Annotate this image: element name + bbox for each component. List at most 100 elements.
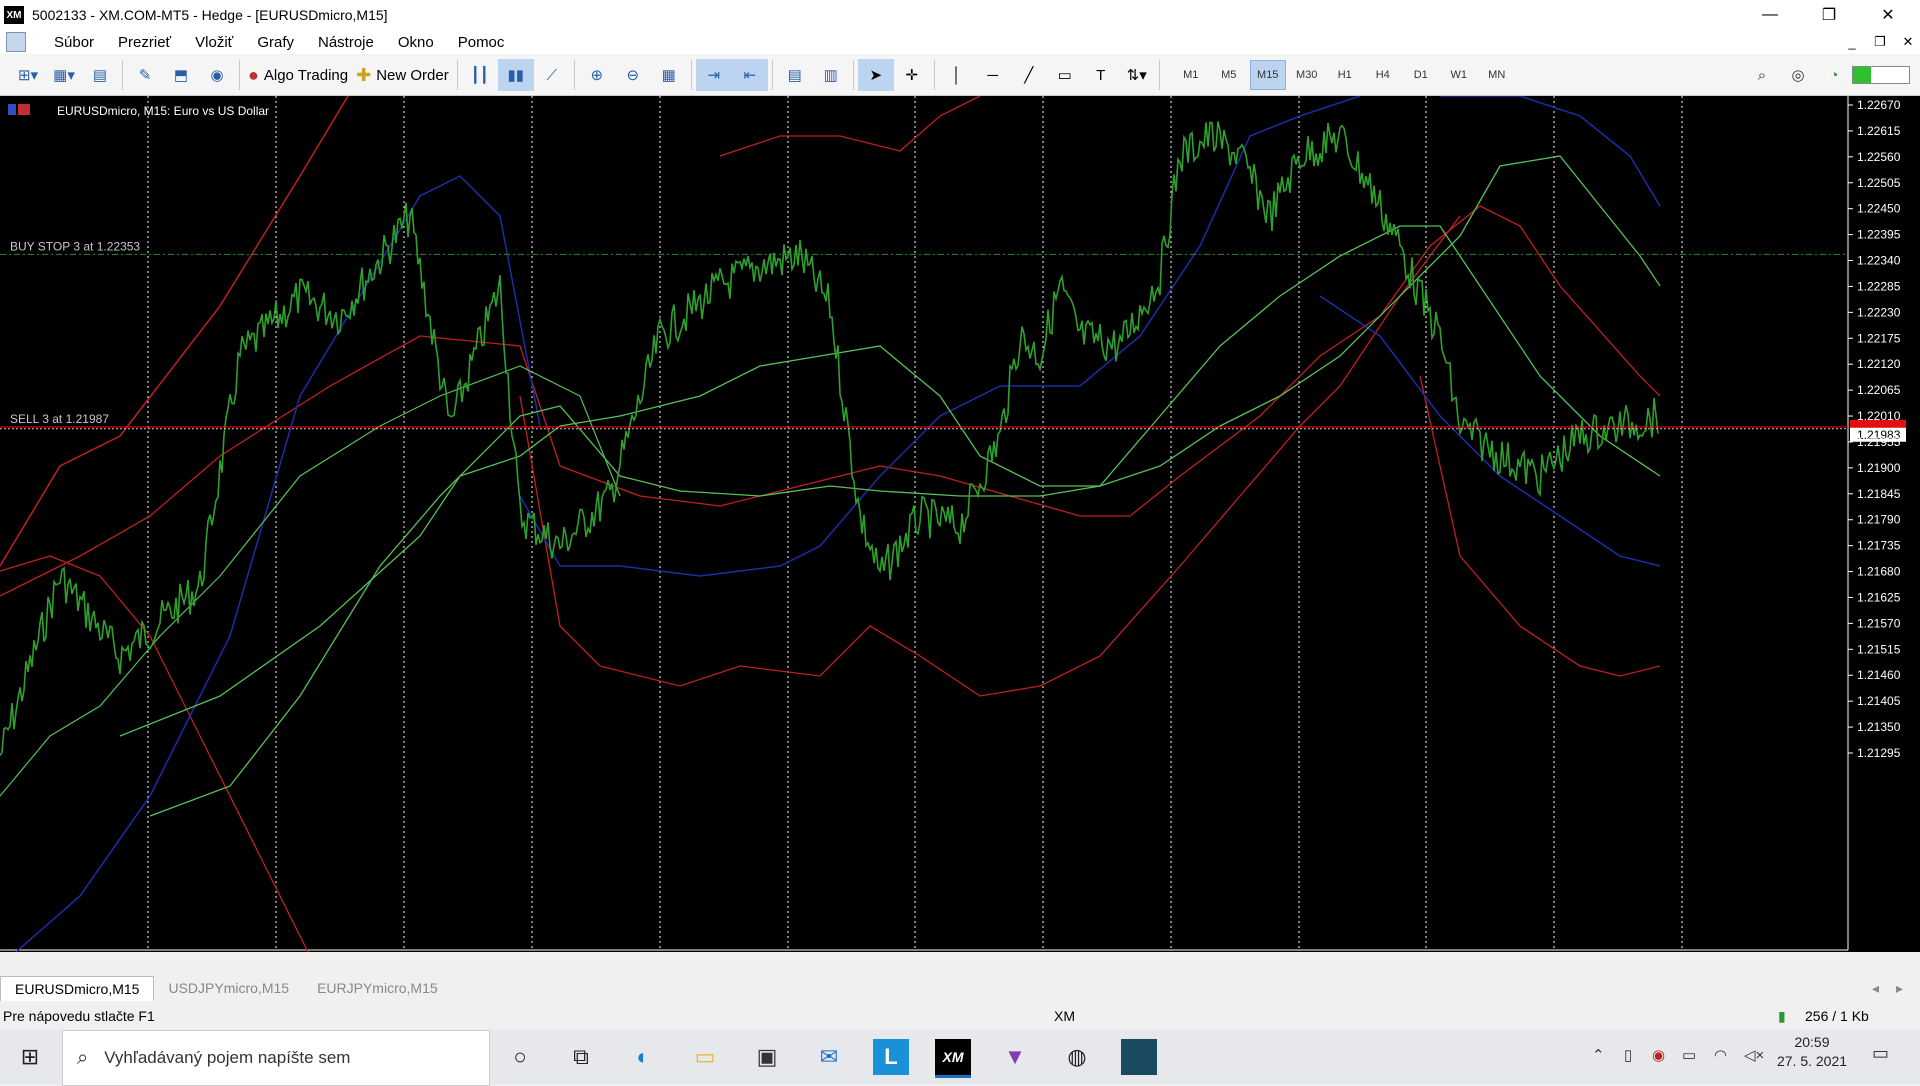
tf-h1[interactable]: H1 (1328, 61, 1362, 89)
tf-m15[interactable]: M15 (1249, 60, 1286, 90)
battery-icon[interactable]: ▭ (1682, 1046, 1696, 1064)
tab-usdjpy[interactable]: USDJPYmicro,M15 (154, 976, 303, 1000)
account-icon[interactable]: ◎ (1780, 59, 1816, 91)
price-chart[interactable]: BUY STOP 3 at 1.22353 SELL 3 at 1.21987 1.… (0, 75, 1920, 969)
green-band-ma (0, 365, 621, 797)
chart-window[interactable]: BUY STOP 3 at 1.22353 SELL 3 at 1.21987 1.… (0, 75, 1920, 969)
signals-icon[interactable]: ◉ (199, 59, 235, 91)
tab-scroll-right-icon[interactable]: ▸ (1896, 980, 1920, 997)
clock-time: 20:59 (1794, 1034, 1830, 1050)
obs-icon[interactable]: ◍ (1059, 1039, 1095, 1075)
menu-view[interactable]: Prezrieť (106, 34, 183, 51)
connection-icon: ▮ (1778, 1008, 1786, 1024)
new-chart-icon[interactable]: ⊞▾ (10, 59, 46, 91)
mail-icon[interactable]: ✉ (811, 1039, 847, 1075)
tray-chevron-icon[interactable]: ⌃ (1592, 1046, 1605, 1064)
menu-bar: Súbor Prezrieť Vložiť Grafy Nástroje Okn… (0, 30, 1920, 54)
tab-eurjpy[interactable]: EURJPYmicro,M15 (303, 976, 452, 1000)
zoom-in-icon[interactable]: ⊕ (579, 59, 615, 91)
tf-d1[interactable]: D1 (1404, 61, 1438, 89)
tab-scroll-left-icon[interactable]: ◂ (1872, 980, 1896, 997)
price-tick-label: 1.22340 (1857, 254, 1901, 268)
vps-icon[interactable]: ◔ (1816, 59, 1852, 91)
tray-device-icon[interactable]: ▯ (1624, 1046, 1632, 1064)
horizontal-line-icon[interactable]: ─ (975, 59, 1011, 91)
terminal-icon[interactable] (1121, 1039, 1157, 1075)
cortana-icon[interactable]: ○ (502, 1039, 538, 1075)
tf-m30[interactable]: M30 (1290, 61, 1324, 89)
autoscroll-icon[interactable]: ⇥ (695, 59, 732, 91)
rectangle-icon[interactable]: ▭ (1047, 59, 1083, 91)
menu-tools[interactable]: Nástroje (306, 34, 386, 51)
navigator-icon[interactable]: ✎ (127, 59, 163, 91)
new-order-button[interactable]: ✚ New Order (352, 59, 453, 91)
sell-label: SELL 3 at 1.21987 (10, 412, 109, 426)
l-app-icon[interactable]: L (873, 1039, 909, 1075)
tf-m1[interactable]: M1 (1174, 61, 1208, 89)
green-band-main (119, 155, 1661, 737)
market-watch-icon[interactable]: ▤ (82, 59, 118, 91)
connection-status-bar (1852, 66, 1910, 84)
menu-help[interactable]: Pomoc (446, 34, 517, 51)
strategy-tester-icon[interactable]: ⬒ (163, 59, 199, 91)
chart-shift-icon[interactable]: ⇤ (731, 59, 768, 91)
tile-windows-icon[interactable]: ▦ (651, 59, 687, 91)
tf-m5[interactable]: M5 (1212, 61, 1246, 89)
store-icon[interactable]: ▣ (749, 1039, 785, 1075)
start-icon[interactable]: ⊞ (12, 1039, 48, 1075)
crosshair-icon[interactable]: ✛ (894, 59, 930, 91)
search-icon[interactable]: ⌕ (1744, 59, 1780, 91)
algo-trading-button[interactable]: ● Algo Trading (244, 59, 352, 91)
indicators-icon[interactable]: ▤ (777, 59, 813, 91)
taskbar-search[interactable]: ⌕ Vyhľadávaný pojem napíšte sem (62, 1030, 490, 1086)
tab-eurusd[interactable]: EURUSDmicro,M15 (0, 975, 155, 1001)
mdi-minimize-icon[interactable]: _ (1840, 30, 1864, 54)
file-explorer-icon[interactable]: ▭ (687, 1039, 723, 1075)
xm-icon[interactable]: XM (935, 1039, 971, 1078)
text-tool-icon[interactable]: T (1083, 59, 1119, 91)
minimize-button[interactable]: — (1741, 0, 1799, 30)
trendline-icon[interactable]: ╱ (1011, 59, 1047, 91)
blue-band-middle (519, 95, 1361, 577)
menu-charts[interactable]: Grafy (245, 34, 306, 51)
menu-file[interactable]: Súbor (42, 34, 106, 51)
price-tick-label: 1.22450 (1857, 202, 1901, 216)
arrows-icon[interactable]: ⇅▾ (1119, 59, 1155, 91)
price-tick-label: 1.21515 (1857, 642, 1901, 656)
app-menu-icon[interactable] (6, 32, 26, 52)
notifications-icon[interactable]: ▭ (1872, 1043, 1889, 1064)
menu-insert[interactable]: Vložiť (183, 34, 245, 51)
edge-icon[interactable]: ◐ (625, 1039, 661, 1075)
profiles-icon[interactable]: ▦▾ (46, 59, 82, 91)
bar-chart-icon[interactable]: ┃┃ (462, 59, 498, 91)
price-tick-label: 1.22175 (1857, 331, 1901, 345)
mdi-restore-icon[interactable]: ❐ (1868, 30, 1892, 54)
window-title: 5002133 - XM.COM-MT5 - Hedge - [EURUSDmi… (32, 7, 388, 23)
candlestick-icon[interactable]: ▮▮ (497, 59, 534, 91)
vertical-line-icon[interactable]: │ (939, 59, 975, 91)
price-tick-label: 1.21570 (1857, 616, 1901, 630)
clock-date: 27. 5. 2021 (1776, 1053, 1848, 1069)
tf-h4[interactable]: H4 (1366, 61, 1400, 89)
tray-antivirus-icon[interactable]: ◉ (1652, 1046, 1665, 1064)
price-tick-label: 1.22560 (1857, 150, 1901, 164)
vpn-icon[interactable]: ▼ (997, 1039, 1033, 1075)
volume-icon[interactable]: ◁× (1744, 1046, 1764, 1064)
close-button[interactable]: ✕ (1859, 0, 1917, 30)
tf-mn[interactable]: MN (1480, 61, 1514, 89)
search-icon: ⌕ (77, 1046, 89, 1069)
cursor-icon[interactable]: ➤ (857, 59, 894, 91)
line-chart-icon[interactable]: ⟋ (534, 59, 570, 91)
menu-window[interactable]: Okno (386, 34, 446, 51)
zoom-out-icon[interactable]: ⊖ (615, 59, 651, 91)
algo-trading-icon: ● (248, 64, 259, 85)
wifi-icon[interactable]: ◠ (1714, 1046, 1727, 1064)
restore-button[interactable]: ❐ (1800, 0, 1858, 30)
task-view-icon[interactable]: ⧉ (563, 1039, 599, 1075)
templates-icon[interactable]: ▥ (813, 59, 849, 91)
blue-band-left (0, 175, 541, 967)
mdi-close-icon[interactable]: ✕ (1896, 30, 1920, 54)
clock[interactable]: 20:59 27. 5. 2021 (1770, 1034, 1854, 1069)
tf-w1[interactable]: W1 (1442, 61, 1476, 89)
title-bar: XM 5002133 - XM.COM-MT5 - Hedge - [EURUS… (0, 0, 1920, 30)
